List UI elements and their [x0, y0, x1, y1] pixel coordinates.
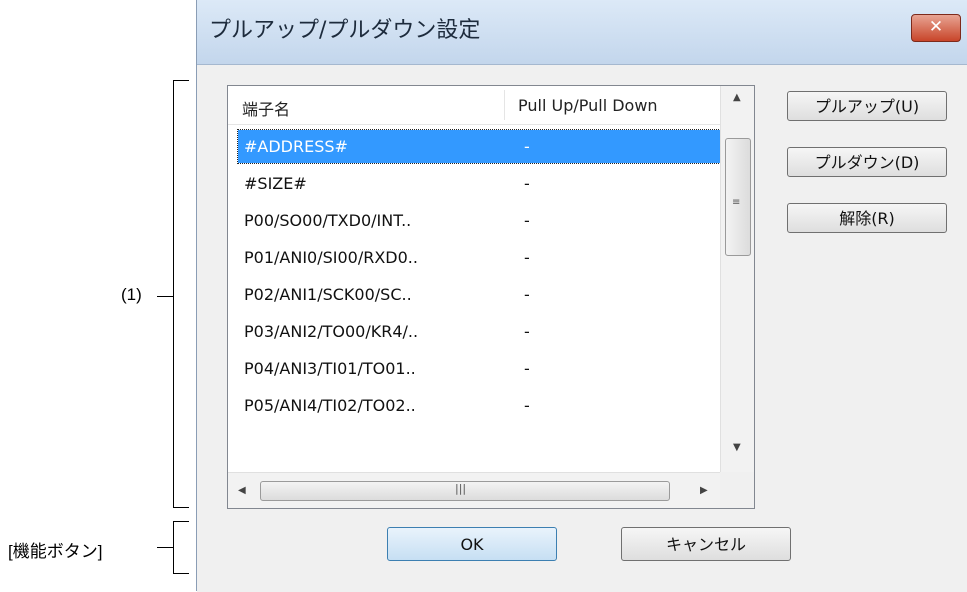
scroll-corner [720, 472, 754, 508]
close-x-icon: ✕ [928, 17, 944, 37]
close-button[interactable]: ✕ [911, 14, 961, 42]
scroll-down-arrow-icon[interactable]: ▼ [733, 442, 741, 453]
table-row[interactable]: #ADDRESS# - [237, 129, 723, 164]
pulldown-button[interactable]: プルダウン(D) [787, 147, 947, 177]
horizontal-scrollbar[interactable]: ◀ ||| ▶ [228, 472, 720, 508]
pin-name: #SIZE# [244, 174, 307, 193]
ok-button[interactable]: OK [387, 527, 557, 561]
pin-name: #ADDRESS# [244, 137, 348, 156]
pin-name: P00/SO00/TXD0/INT.. [244, 211, 412, 230]
pull-setting: - [524, 137, 530, 156]
column-divider[interactable] [504, 90, 505, 120]
pin-name: P01/ANI0/SI00/RXD0.. [244, 248, 418, 267]
table-row[interactable]: P02/ANI1/SCK00/SC.. - [238, 278, 722, 311]
dialog-title: プルアップ/プルダウン設定 [209, 18, 481, 43]
grip-icon: ||| [455, 482, 467, 495]
dialog-body: 端子名 Pull Up/Pull Down #ADDRESS# - #SIZE#… [197, 64, 967, 592]
vertical-scrollbar[interactable]: ▲ ≡ ▼ [720, 86, 754, 472]
pull-setting: - [524, 285, 530, 304]
list-annotation-label: (1) [121, 285, 142, 304]
table-row[interactable]: P03/ANI2/TO00/KR4/.. - [238, 315, 722, 348]
table-row[interactable]: P00/SO00/TXD0/INT.. - [238, 204, 722, 237]
table-row[interactable]: P01/ANI0/SI00/RXD0.. - [238, 241, 722, 274]
pin-name: P03/ANI2/TO00/KR4/.. [244, 322, 419, 341]
column-header-pin-name[interactable]: 端子名 [242, 96, 290, 120]
pullup-pulldown-dialog: プルアップ/プルダウン設定 ✕ 端子名 Pull Up/Pull Down #A… [196, 0, 967, 592]
scroll-left-arrow-icon[interactable]: ◀ [238, 485, 246, 496]
table-row[interactable]: P04/ANI3/TI01/TO01.. - [238, 352, 722, 385]
vertical-scroll-thumb[interactable]: ≡ [725, 138, 751, 256]
buttons-annotation-label: [機能ボタン] [8, 542, 103, 561]
pull-setting: - [524, 359, 530, 378]
release-button[interactable]: 解除(R) [787, 203, 947, 233]
pull-setting: - [524, 174, 530, 193]
grip-icon: ≡ [732, 197, 741, 208]
pull-setting: - [524, 248, 530, 267]
cancel-button[interactable]: キャンセル [621, 527, 791, 561]
pin-name: P05/ANI4/TI02/TO02.. [244, 396, 416, 415]
pull-setting: - [524, 396, 530, 415]
pull-setting: - [524, 322, 530, 341]
pullup-button[interactable]: プルアップ(U) [787, 91, 947, 121]
pin-name: P04/ANI3/TI01/TO01.. [244, 359, 416, 378]
table-row[interactable]: #SIZE# - [238, 167, 722, 200]
pull-setting: - [524, 211, 530, 230]
table-row[interactable]: P05/ANI4/TI02/TO02.. - [238, 389, 722, 422]
list-header: 端子名 Pull Up/Pull Down [228, 86, 720, 125]
column-header-pull[interactable]: Pull Up/Pull Down [518, 96, 658, 115]
title-bar[interactable]: プルアップ/プルダウン設定 ✕ [197, 0, 967, 64]
horizontal-scroll-thumb[interactable]: ||| [260, 481, 670, 501]
pin-list[interactable]: 端子名 Pull Up/Pull Down #ADDRESS# - #SIZE#… [227, 85, 755, 509]
pin-name: P02/ANI1/SCK00/SC.. [244, 285, 412, 304]
scroll-right-arrow-icon[interactable]: ▶ [700, 485, 708, 496]
scroll-up-arrow-icon[interactable]: ▲ [733, 92, 741, 103]
